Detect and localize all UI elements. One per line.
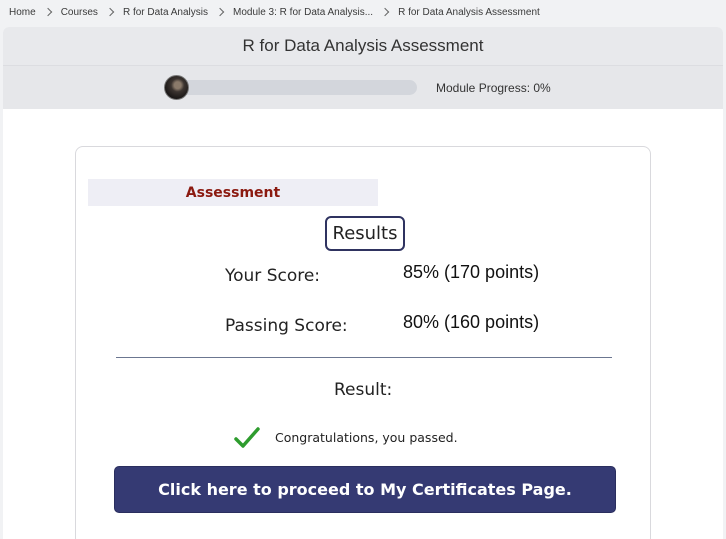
certificates-button-label: Click here to proceed to My Certificates…: [158, 480, 572, 499]
your-score-label: Your Score:: [225, 266, 321, 286]
your-score-value: 85% (170 points): [403, 262, 540, 282]
chevron-right-icon: [43, 7, 52, 17]
passing-score-value: 80% (160 points): [403, 312, 540, 332]
assessment-heading: Assessment: [88, 179, 378, 206]
result-message: Congratulations, you passed.: [275, 430, 458, 445]
chevron-right-icon: [380, 7, 390, 17]
breadcrumb-course[interactable]: R for Data Analysis: [123, 7, 208, 18]
results-label: Results: [332, 223, 398, 244]
passing-score-label: Passing Score:: [225, 316, 348, 336]
avatar[interactable]: [164, 75, 189, 100]
title-bar: R for Data Analysis Assessment: [3, 27, 723, 66]
breadcrumb-module[interactable]: Module 3: R for Data Analysis...: [233, 7, 373, 18]
breadcrumb: Home Courses R for Data Analysis Module …: [9, 6, 540, 18]
progress-track: [166, 80, 417, 95]
breadcrumb-courses[interactable]: Courses: [61, 7, 98, 18]
result-label: Result:: [334, 380, 393, 400]
results-badge: Results: [325, 216, 405, 251]
module-progress: Module Progress: 0%: [3, 66, 723, 109]
assessment-heading-text: Assessment: [185, 184, 281, 201]
breadcrumb-home[interactable]: Home: [9, 7, 36, 18]
certificates-button[interactable]: Click here to proceed to My Certificates…: [114, 466, 616, 513]
results-card: Assessment Results Your Score: 85% (170 …: [75, 146, 651, 539]
checkmark-icon: [234, 427, 260, 448]
chevron-right-icon: [215, 7, 225, 17]
progress-label: Module Progress: 0%: [436, 81, 551, 95]
divider: [116, 357, 612, 358]
page-title: R for Data Analysis Assessment: [242, 36, 484, 55]
breadcrumb-current: R for Data Analysis Assessment: [398, 6, 540, 18]
chevron-right-icon: [105, 7, 115, 17]
